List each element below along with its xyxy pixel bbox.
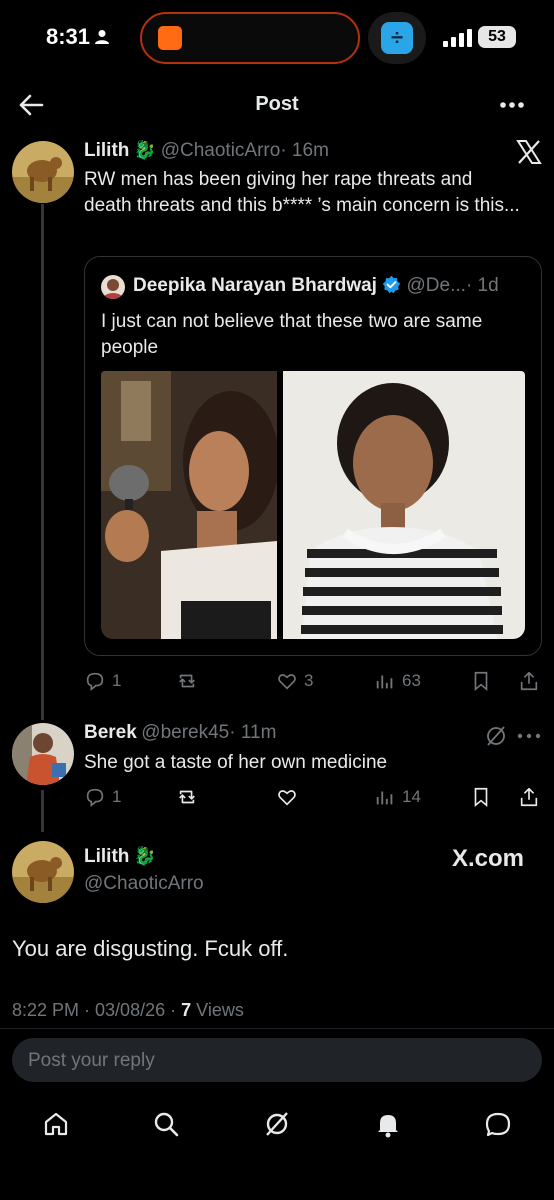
views-chart-icon	[376, 791, 393, 805]
reply-button[interactable]: 1	[84, 666, 121, 696]
post-age: · 16m	[280, 140, 329, 161]
share-icon[interactable]	[518, 670, 540, 692]
author-handle[interactable]: @berek45	[141, 722, 229, 743]
dragon-emoji: 🐉	[133, 140, 157, 160]
views-chart-icon	[376, 675, 393, 689]
quoted-post[interactable]: Deepika Narayan Bhardwaj @De...· 1d I ju…	[84, 256, 542, 656]
dynamic-island[interactable]	[140, 12, 360, 64]
like-count: 3	[304, 671, 314, 690]
bookmark-icon[interactable]	[470, 670, 492, 692]
more-icon[interactable]	[498, 92, 526, 118]
views-count: 14	[402, 787, 421, 806]
home-icon[interactable]	[42, 1110, 70, 1138]
repost-button[interactable]	[176, 782, 204, 812]
search-icon[interactable]	[152, 1110, 180, 1138]
reply-count: 1	[112, 671, 122, 690]
clock: 8:31	[46, 24, 91, 49]
top-bar: Post	[0, 80, 554, 130]
quote-text: I just can not believe that these two ar…	[101, 311, 483, 358]
repost-icon	[179, 790, 195, 804]
views-label: Views	[196, 1000, 244, 1020]
thread-line	[41, 204, 44, 720]
battery-indicator: 53	[478, 26, 516, 48]
heart-icon	[278, 790, 296, 806]
reply-header: Berek @berek45· 11m	[84, 722, 276, 744]
page-title: Post	[255, 93, 299, 115]
repost-icon	[179, 674, 195, 688]
dragon-emoji: 🐉	[133, 846, 157, 866]
views-button[interactable]: 63	[374, 666, 421, 696]
post-text: RW men has been giving her rape threats …	[84, 169, 520, 216]
quote-author-name: Deepika Narayan Bhardwaj	[133, 275, 377, 296]
author-name[interactable]: Berek	[84, 722, 137, 743]
dynamic-island-secondary[interactable]: ÷	[368, 12, 426, 64]
share-icon[interactable]	[518, 786, 540, 808]
quote-image-woman-with-microphone[interactable]	[101, 371, 277, 639]
reply-input[interactable]: Post your reply	[12, 1038, 542, 1082]
bottom-nav	[0, 1100, 554, 1150]
person-icon	[95, 30, 109, 44]
like-button[interactable]: 3	[276, 666, 313, 696]
x-com-watermark: X.com	[452, 845, 525, 872]
post-header: Lilith 🐉 @ChaoticArro· 16m	[84, 140, 329, 162]
author-name[interactable]: Lilith	[84, 140, 129, 161]
reply-placeholder: Post your reply	[28, 1050, 155, 1071]
reply-button[interactable]: 1	[84, 782, 121, 812]
heart-icon	[278, 674, 296, 690]
quote-avatar	[101, 275, 125, 299]
quote-author-handle: @De...	[406, 275, 466, 296]
reply-icon	[86, 788, 104, 807]
thread-line-lower	[41, 790, 44, 832]
bookmark-icon[interactable]	[470, 786, 492, 808]
post-timestamp: 8:22 PM · 03/08/26 ·	[12, 1000, 177, 1020]
messages-icon[interactable]	[484, 1110, 512, 1138]
grok-icon[interactable]	[263, 1110, 291, 1138]
quote-image-young-girl[interactable]	[283, 371, 525, 639]
reply-count: 1	[112, 787, 122, 806]
notifications-icon[interactable]	[374, 1110, 402, 1138]
avatar[interactable]	[12, 141, 74, 203]
post-actions: 1 3 63	[84, 666, 544, 696]
grok-icon[interactable]	[484, 724, 508, 748]
avatar-berek[interactable]	[12, 723, 74, 785]
quote-age: · 1d	[465, 275, 499, 296]
author-name[interactable]: Lilith	[84, 846, 129, 867]
verified-badge-icon	[383, 275, 401, 294]
post-metadata: 8:22 PM · 03/08/26 · 7 Views	[12, 1000, 244, 1021]
x-logo-icon	[516, 140, 542, 164]
views-count: 7	[181, 1000, 192, 1020]
calculator-icon: ÷	[381, 22, 413, 54]
quote-header: Deepika Narayan Bhardwaj @De...· 1d	[133, 275, 499, 297]
views-count: 63	[402, 671, 421, 690]
app-icon	[158, 26, 182, 50]
reply-text: She got a taste of her own medicine	[84, 752, 388, 773]
divider	[0, 1028, 554, 1029]
repost-button[interactable]	[176, 666, 204, 696]
views-button[interactable]: 14	[374, 782, 421, 812]
avatar[interactable]	[12, 841, 74, 903]
focused-post-author: Lilith 🐉	[84, 846, 156, 868]
more-icon[interactable]	[516, 726, 542, 746]
reply-actions: 1 14	[84, 782, 544, 812]
author-handle[interactable]: @ChaoticArro	[161, 140, 281, 161]
like-button[interactable]	[276, 782, 304, 812]
author-handle[interactable]: @ChaoticArro	[84, 873, 204, 895]
status-bar: 8:31 ÷ 53	[0, 0, 554, 76]
reply-icon	[86, 672, 104, 691]
focused-post-text: You are disgusting. Fcuk off.	[12, 936, 289, 961]
post-age: · 11m	[229, 722, 277, 743]
signal-icon	[443, 29, 472, 47]
